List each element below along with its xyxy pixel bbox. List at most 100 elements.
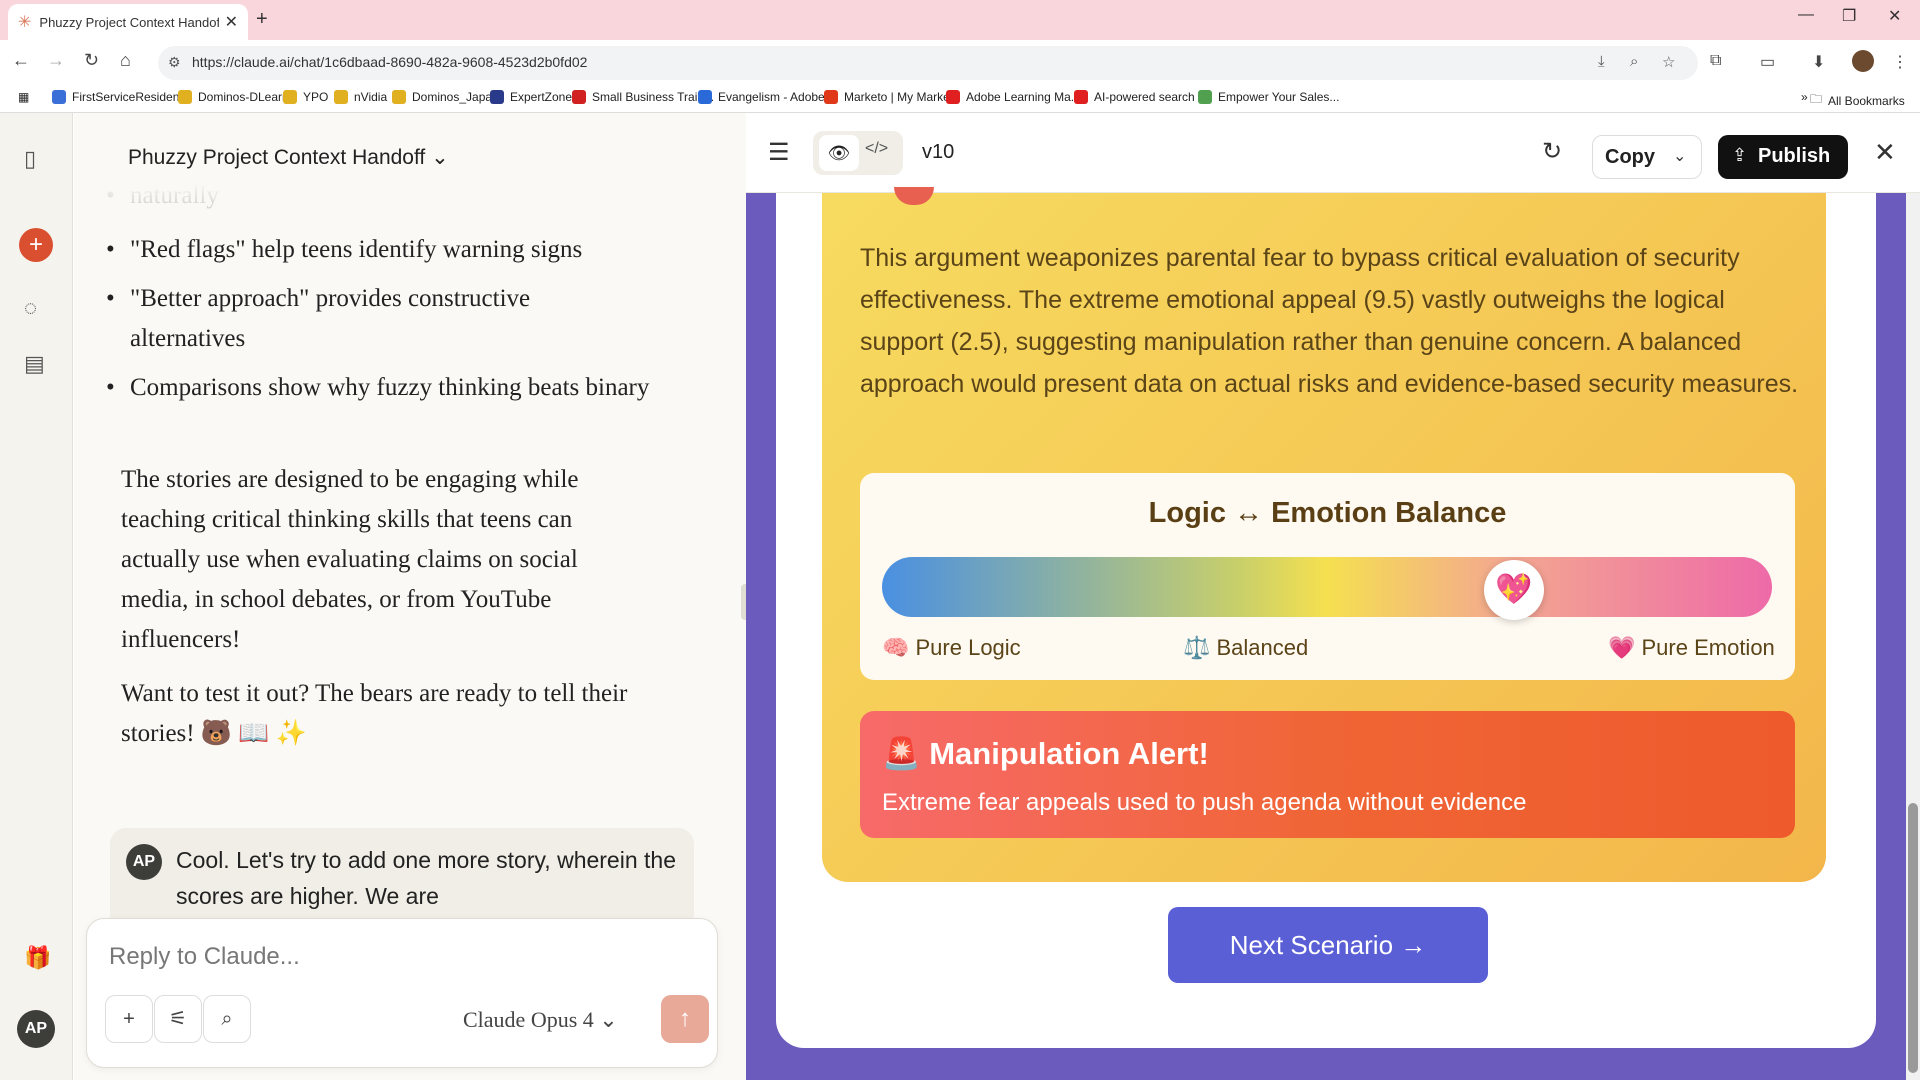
chat-title-menu[interactable]: Phuzzy Project Context Handoff ⌄ [128, 145, 449, 170]
analysis-text: This argument weaponizes parental fear t… [860, 244, 1799, 398]
alert-text: Extreme fear appeals used to push agenda… [882, 789, 1527, 816]
preview-eye-icon[interactable]: 👁 [819, 135, 859, 171]
model-selector[interactable]: Claude Opus 4 ⌄ [463, 1007, 618, 1033]
bookmark-item[interactable]: Evangelism - Adobe... [698, 90, 835, 104]
tools-button[interactable]: ⚟ [154, 995, 202, 1043]
reply-composer: Reply to Claude... + ⚟ ⌕ Claude Opus 4 ⌄… [86, 918, 718, 1068]
copy-button-group: Copy ⌄ [1592, 135, 1702, 179]
gift-icon[interactable]: 🎁 [24, 945, 51, 971]
zoom-icon[interactable]: ⌕ [1630, 53, 1638, 70]
address-bar[interactable]: ⚙ https://claude.ai/chat/1c6dbaad-8690-4… [158, 46, 1698, 80]
bookmark-item[interactable]: Dominos-DLearn [178, 90, 289, 104]
profile-avatar[interactable] [1852, 50, 1874, 72]
assistant-paragraph: The stories are designed to be engaging … [121, 466, 579, 653]
downloads-icon[interactable]: ⬇ [1812, 52, 1825, 72]
chat-title: Phuzzy Project Context Handoff [128, 146, 426, 169]
all-bookmarks[interactable]: 🗀 All Bookmarks [1810, 90, 1905, 111]
user-avatar[interactable]: AP [17, 1010, 55, 1048]
bookmark-item[interactable]: AI-powered search i... [1074, 90, 1211, 104]
bookmark-favicon-icon [1198, 90, 1212, 104]
bear-icon [894, 187, 934, 205]
reload-icon[interactable]: ↻ [84, 50, 99, 71]
research-button[interactable]: ⌕ [203, 995, 251, 1043]
sidebar-toggle-icon[interactable]: ▯ [24, 146, 36, 172]
chats-icon[interactable]: ◌ [24, 295, 37, 321]
bookmark-label: Dominos-DLearn [198, 90, 289, 104]
balance-track [882, 557, 1772, 617]
home-icon[interactable]: ⌂ [120, 50, 131, 71]
projects-icon[interactable]: ▤ [24, 351, 45, 377]
bookmark-favicon-icon [392, 90, 406, 104]
left-rail: ▯ + ◌ ▤ 🎁 AP [0, 113, 73, 1080]
bookmark-favicon-icon [1074, 90, 1088, 104]
bookmark-label: Empower Your Sales... [1218, 90, 1340, 104]
send-button[interactable]: ↑ [661, 995, 709, 1043]
bookmark-star-icon[interactable]: ☆ [1662, 53, 1675, 71]
extensions-icon[interactable]: ⧉ [1710, 52, 1721, 70]
bookmark-item[interactable]: YPO [283, 90, 328, 104]
bookmark-item[interactable]: Dominos_Japan [392, 90, 499, 104]
restore-icon[interactable]: ❐ [1842, 6, 1856, 26]
install-icon[interactable]: ⤓ [1598, 53, 1605, 70]
bookmark-favicon-icon [490, 90, 504, 104]
list-icon[interactable]: ☰ [768, 138, 790, 167]
all-bookmarks-label: All Bookmarks [1828, 93, 1905, 108]
bookmark-item[interactable]: Small Business Train... [572, 90, 714, 104]
bookmark-label: Dominos_Japan [412, 90, 499, 104]
artifact-panel: ☰ 👁 </> v10 ↻ Copy ⌄ ⇪ Publish ✕ This ar… [746, 113, 1920, 1080]
bookmark-favicon-icon [178, 90, 192, 104]
bookmark-favicon-icon [334, 90, 348, 104]
menu-icon[interactable]: ⋮ [1892, 52, 1908, 72]
bookmark-label: ExpertZone [510, 90, 573, 104]
new-tab-icon[interactable]: + [256, 8, 268, 31]
bookmark-item[interactable]: FirstServiceResident... [52, 90, 193, 104]
publish-button[interactable]: ⇪ Publish [1718, 135, 1848, 179]
bookmark-item[interactable]: Empower Your Sales... [1198, 90, 1339, 104]
version-label[interactable]: v10 [922, 141, 954, 164]
artifact-header: ☰ 👁 </> v10 ↻ Copy ⌄ ⇪ Publish ✕ [746, 113, 1920, 193]
share-icon: ⇪ [1732, 145, 1748, 165]
bookmark-item[interactable]: ExpertZone [490, 90, 572, 104]
code-icon[interactable]: </> [865, 140, 888, 158]
label-pure-logic: 🧠 Pure Logic [882, 635, 1021, 660]
chevron-down-icon: ⌄ [593, 1007, 618, 1032]
forward-icon[interactable]: → [47, 50, 65, 71]
new-chat-button[interactable]: + [19, 228, 53, 262]
add-attachment-button[interactable]: + [105, 995, 153, 1043]
chevron-down-icon[interactable]: ⌄ [1673, 146, 1686, 166]
alert-title: 🚨 Manipulation Alert! [882, 736, 1209, 771]
folder-icon: 🗀 [1810, 92, 1823, 106]
user-message-avatar: AP [126, 844, 162, 880]
close-tab-icon[interactable]: ✕ [225, 12, 238, 32]
bookmark-favicon-icon [698, 90, 712, 104]
label-pure-emotion: 💗 Pure Emotion [1608, 635, 1775, 660]
bookmark-label: AI-powered search i... [1094, 90, 1211, 104]
bookmark-label: Evangelism - Adobe... [718, 90, 835, 104]
close-icon[interactable]: ✕ [1874, 137, 1896, 168]
apps-icon[interactable]: ▦ [18, 90, 29, 104]
balance-title: Logic ↔ Emotion Balance [1148, 497, 1507, 529]
url-text: https://claude.ai/chat/1c6dbaad-8690-482… [192, 54, 588, 70]
next-scenario-button[interactable]: Next Scenario → [1168, 907, 1488, 983]
bookmark-favicon-icon [52, 90, 66, 104]
scrollbar-thumb[interactable] [1908, 803, 1918, 1073]
bookmark-item[interactable]: Marketo | My Marke... [824, 90, 960, 104]
bookmark-label: FirstServiceResident... [72, 90, 193, 104]
close-window-icon[interactable]: ✕ [1888, 6, 1901, 26]
bookmark-item[interactable]: Adobe Learning Ma... [946, 90, 1081, 104]
tab-search-icon[interactable]: ▭ [1760, 52, 1775, 72]
browser-tab[interactable]: ✳ Phuzzy Project Context Handoff ✕ [8, 4, 248, 40]
bookmark-label: Adobe Learning Ma... [966, 90, 1081, 104]
user-message-text: Cool. Let's try to add one more story, w… [176, 847, 676, 909]
bookmark-favicon-icon [283, 90, 297, 104]
back-icon[interactable]: ← [12, 50, 30, 71]
bookmark-label: Marketo | My Marke... [844, 90, 960, 104]
copy-button[interactable]: Copy [1605, 146, 1655, 169]
reply-input[interactable]: Reply to Claude... [109, 943, 300, 971]
bookmark-item[interactable]: nVidia [334, 90, 387, 104]
site-info-icon[interactable]: ⚙ [168, 54, 181, 71]
bookmark-label: YPO [303, 90, 329, 104]
more-bookmarks-icon[interactable]: » [1801, 90, 1808, 104]
refresh-icon[interactable]: ↻ [1542, 137, 1562, 166]
minimize-icon[interactable]: — [1798, 6, 1814, 24]
